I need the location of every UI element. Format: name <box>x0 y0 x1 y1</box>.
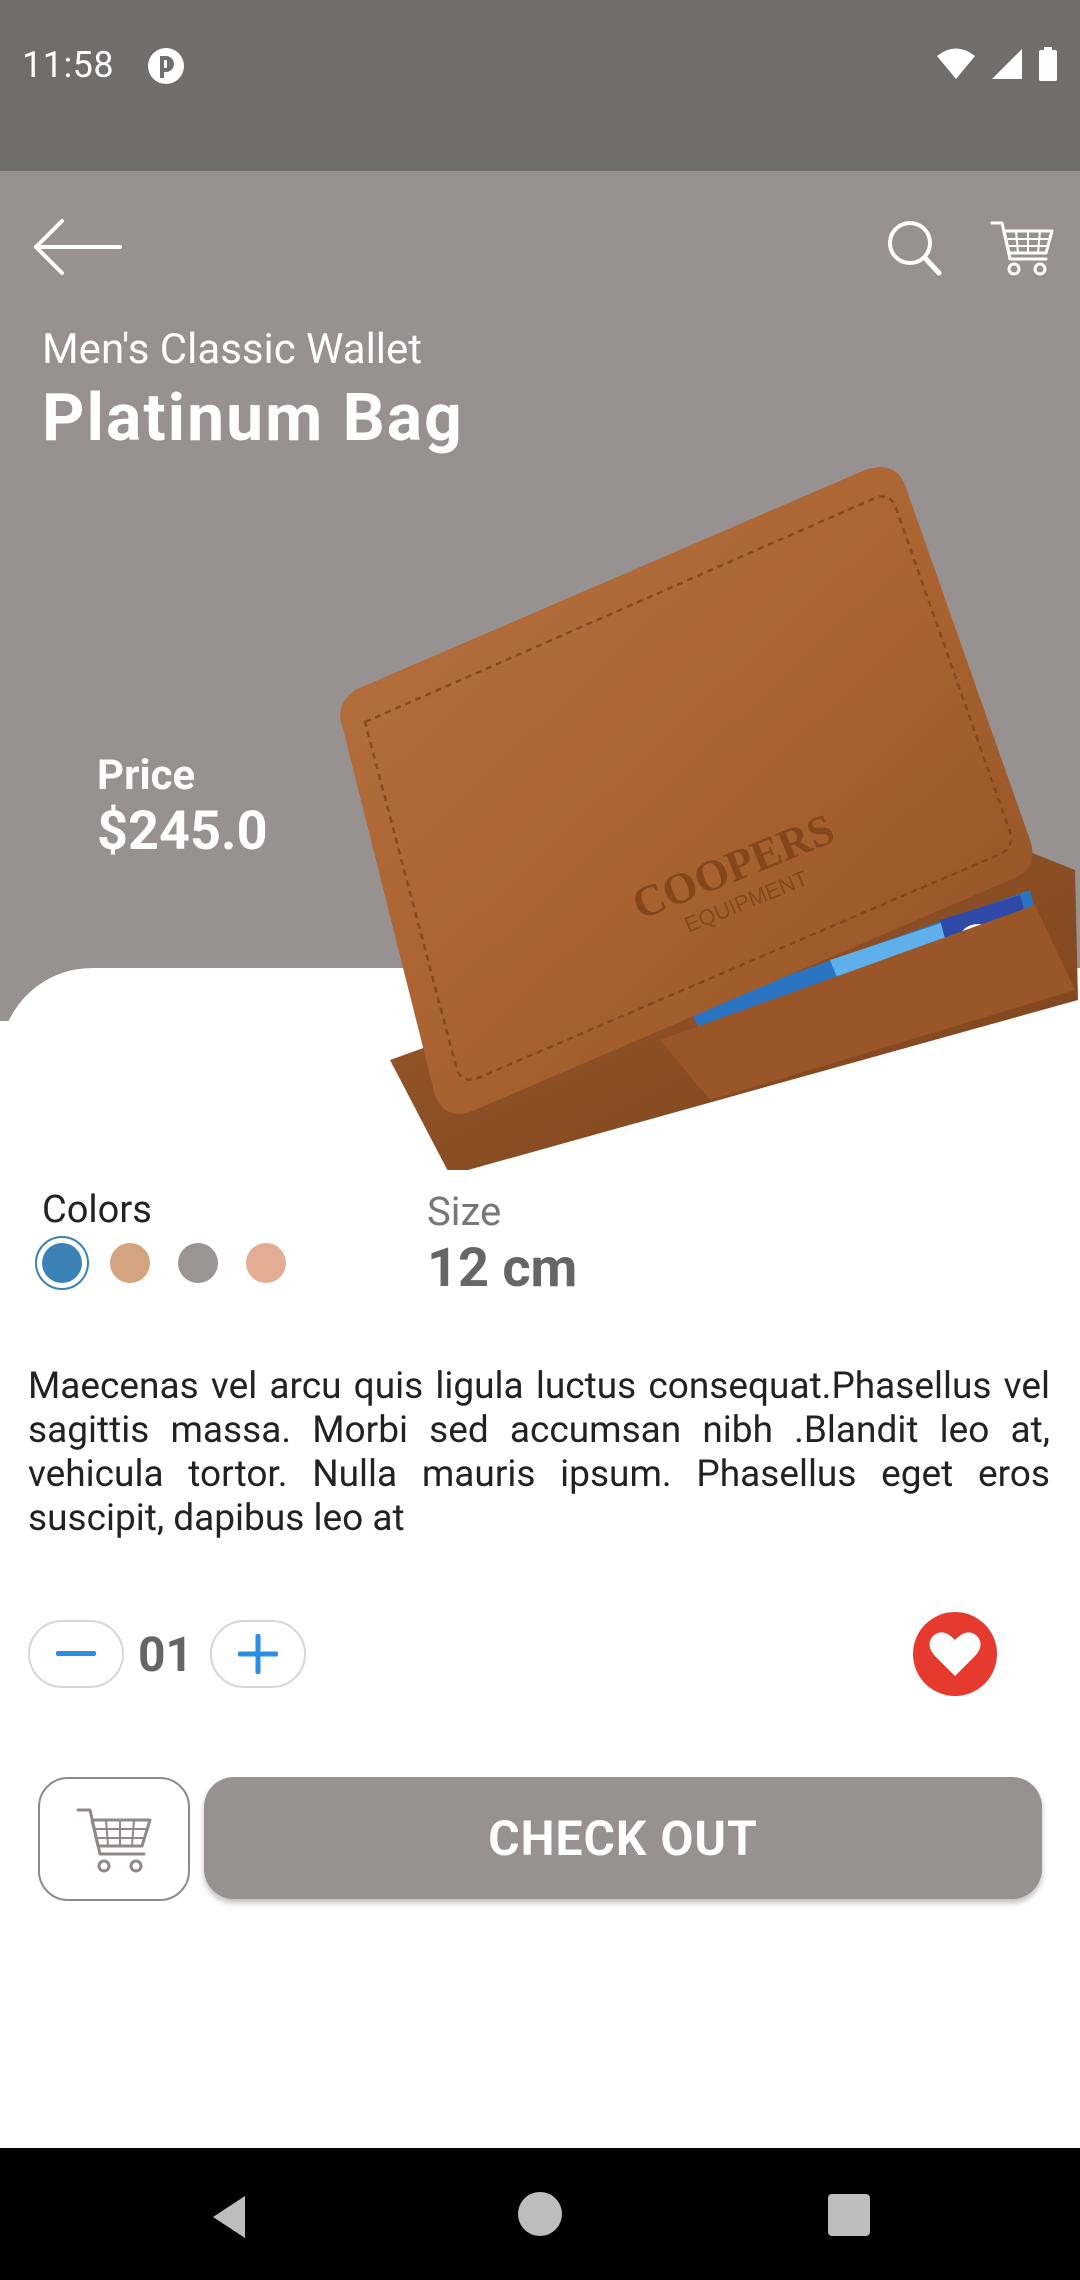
product-description: Maecenas vel arcu quis ligula luctus con… <box>28 1365 1050 1540</box>
product-subtitle: Men's Classic Wallet <box>42 325 423 374</box>
quantity-decrease-button[interactable] <box>28 1620 124 1688</box>
size-value: 12 cm <box>427 1237 578 1300</box>
checkout-button[interactable]: CHECK OUT <box>204 1777 1042 1899</box>
quantity-increase-button[interactable] <box>210 1620 306 1688</box>
nav-recents-icon[interactable] <box>828 2194 870 2236</box>
price-label: Price <box>97 751 196 800</box>
nav-home-icon[interactable] <box>518 2192 562 2236</box>
back-arrow-icon[interactable] <box>30 215 125 280</box>
size-label: Size <box>427 1188 502 1235</box>
battery-icon <box>1039 47 1057 81</box>
color-swatch-peach[interactable] <box>246 1243 286 1283</box>
color-swatch-tan[interactable] <box>110 1243 150 1283</box>
app-badge-icon <box>148 48 184 84</box>
cart-icon <box>76 1808 152 1873</box>
minus-icon <box>56 1651 96 1656</box>
color-swatches <box>35 1236 286 1290</box>
price-value: $245.0 <box>97 800 268 863</box>
add-to-cart-button[interactable] <box>38 1777 190 1901</box>
favorite-heart-icon[interactable] <box>913 1612 997 1696</box>
colors-label: Colors <box>42 1188 152 1232</box>
search-icon[interactable] <box>885 215 945 280</box>
status-bar: 11:58 <box>0 0 1080 171</box>
color-swatch-blue[interactable] <box>35 1236 89 1290</box>
plus-icon <box>238 1634 278 1674</box>
signal-icon <box>992 49 1022 79</box>
cart-icon[interactable] <box>990 215 1055 280</box>
color-swatch-gray[interactable] <box>178 1243 218 1283</box>
wifi-icon <box>937 48 975 79</box>
quantity-value: 01 <box>138 1626 194 1683</box>
status-icons <box>936 47 1058 81</box>
nav-back-icon[interactable] <box>205 2192 255 2242</box>
product-title: Platinum Bag <box>42 380 464 457</box>
status-time: 11:58 <box>22 44 115 86</box>
wallet-image: COOPERS EQUIPMENT <box>340 467 1078 1170</box>
